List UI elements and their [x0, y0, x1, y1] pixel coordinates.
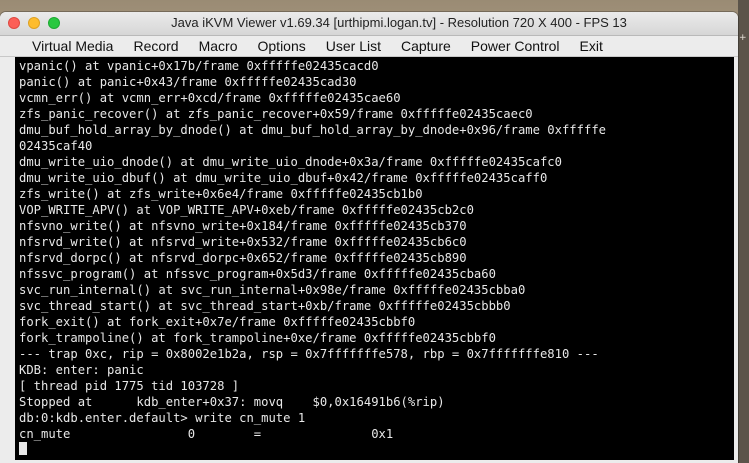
console-line: fork_exit() at fork_exit+0x7e/frame 0xff…	[19, 315, 416, 329]
console-line: VOP_WRITE_APV() at VOP_WRITE_APV+0xeb/fr…	[19, 203, 474, 217]
title-bar[interactable]: Java iKVM Viewer v1.69.34 [urthipmi.loga…	[0, 12, 738, 36]
menu-capture[interactable]: Capture	[391, 36, 461, 57]
close-window-button[interactable]	[8, 17, 20, 29]
window-title: Java iKVM Viewer v1.69.34 [urthipmi.loga…	[171, 15, 627, 30]
console-line: zfs_write() at zfs_write+0x6e4/frame 0xf…	[19, 187, 423, 201]
menu-power-control[interactable]: Power Control	[461, 36, 570, 57]
console-line: Stopped at kdb_enter+0x37: movq $0,0x164…	[19, 395, 445, 409]
plus-icon: +	[739, 33, 747, 43]
console-line: [ thread pid 1775 tid 103728 ]	[19, 379, 240, 393]
menu-macro[interactable]: Macro	[189, 36, 248, 57]
minimize-window-button[interactable]	[28, 17, 40, 29]
console-line: svc_run_internal() at svc_run_internal+0…	[19, 283, 526, 297]
menu-bar: Virtual Media Record Macro Options User …	[0, 36, 738, 57]
console-line: --- trap 0xc, rip = 0x8002e1b2a, rsp = 0…	[19, 347, 599, 361]
console-line: 02435caf40	[19, 139, 93, 153]
remote-console-screen[interactable]: vpanic() at vpanic+0x17b/frame 0xfffffe0…	[15, 57, 734, 460]
console-line: nfsvno_write() at nfsvno_write+0x184/fra…	[19, 219, 467, 233]
console-line: db:0:kdb.enter.default> write cn_mute 1	[19, 411, 306, 425]
menu-user-list[interactable]: User List	[316, 36, 391, 57]
console-line: zfs_panic_recover() at zfs_panic_recover…	[19, 107, 533, 121]
menu-record[interactable]: Record	[123, 36, 188, 57]
console-line: nfsrvd_write() at nfsrvd_write+0x532/fra…	[19, 235, 467, 249]
desktop-edge: +	[738, 0, 749, 463]
console-line: vcmn_err() at vcmn_err+0xcd/frame 0xffff…	[19, 91, 401, 105]
console-line: nfsrvd_dorpc() at nfsrvd_dorpc+0x652/fra…	[19, 251, 467, 265]
ikvm-viewer-window: Java iKVM Viewer v1.69.34 [urthipmi.loga…	[0, 12, 738, 463]
console-line: nfssvc_program() at nfssvc_program+0x5d3…	[19, 267, 496, 281]
console-line: fork_trampoline() at fork_trampoline+0xe…	[19, 331, 496, 345]
console-line: dmu_write_uio_dnode() at dmu_write_uio_d…	[19, 155, 562, 169]
menu-options[interactable]: Options	[248, 36, 316, 57]
console-line: KDB: enter: panic	[19, 363, 144, 377]
console-line: panic() at panic+0x43/frame 0xfffffe0243…	[19, 75, 357, 89]
console-line: cn_mute 0 = 0x1	[19, 427, 394, 441]
console-line: vpanic() at vpanic+0x17b/frame 0xfffffe0…	[19, 59, 379, 73]
console-line: dmu_buf_hold_array_by_dnode() at dmu_buf…	[19, 123, 606, 137]
console-line: svc_thread_start() at svc_thread_start+0…	[19, 299, 511, 313]
console-line: dmu_write_uio_dbuf() at dmu_write_uio_db…	[19, 171, 548, 185]
console-cursor	[19, 442, 27, 455]
zoom-window-button[interactable]	[48, 17, 60, 29]
menu-exit[interactable]: Exit	[570, 36, 613, 57]
menu-virtual-media[interactable]: Virtual Media	[22, 36, 123, 57]
